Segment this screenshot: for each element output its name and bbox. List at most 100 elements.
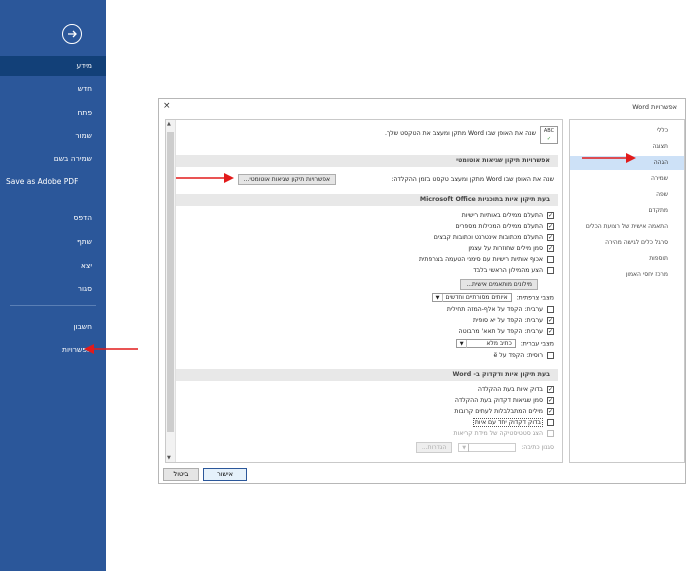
checkbox-icon[interactable]: ✓ [547,396,554,404]
close-icon[interactable]: × [163,101,171,111]
option-label: בדוק דקדוק יחד עם איות [472,418,543,427]
chevron-down-icon: ▼ [462,443,470,452]
option-label: סמן מילים שחוזרות על עצמן [468,245,543,252]
scroll-down-icon[interactable]: ▼ [167,455,171,461]
nav-account[interactable]: חשבון [73,322,92,332]
writing-style-row: סגנון כתיבה: ▼ הגדרות... [415,442,554,453]
category-save[interactable]: שמירה [570,172,684,186]
checkbox-icon[interactable]: ✓ [547,211,554,219]
option-label: אכוף אותיות רישיות עם סימני הטעמה בצרפתי… [418,256,543,263]
checkbox-icon[interactable]: ✓ [547,244,554,252]
option-label: סמן שגיאות דקדוק בעת ההקלדה [454,397,543,404]
annotation-arrow-autocorrect [176,173,234,183]
option-arabic-ya[interactable]: ✓ ערבית: הקפד על יא סופית [473,316,554,326]
nav-info[interactable]: מידע [0,56,106,76]
option-check-spelling[interactable]: ✓ בדוק איות בעת ההקלדה [478,385,554,395]
option-label: ערבית: הקפד על תאא' מרבוטה [458,328,543,335]
option-arabic-taa[interactable]: ✓ ערבית: הקפד על תאא' מרבוטה [459,327,554,337]
category-trust-center[interactable]: מרכז יחסי האמון [570,268,684,282]
option-mark-grammar[interactable]: ✓ סמן שגיאות דקדוק בעת ההקלדה [455,396,554,406]
checkbox-icon[interactable] [547,351,554,359]
option-label: התעלם ממילים באותיות רישיות [461,212,543,219]
autocorrect-text: שנה את האופן שבו Word מתקן ומעצב טקסט בז… [391,176,554,183]
option-arabic-alef[interactable]: ערבית: הקפד על אלף-המזה תחילית [447,305,554,315]
french-modes-label: מצבי צרפתית: [516,294,554,302]
category-customize-ribbon[interactable]: התאמה אישית של רצועת הכלים [570,220,684,234]
writing-style-select: ▼ [458,442,517,452]
option-label: הצע מהמילון הראשי בלבד [473,267,543,274]
scroll-up-icon[interactable]: ▲ [167,121,171,127]
scrollbar-thumb[interactable] [167,132,174,432]
back-arrow-icon[interactable] [62,24,82,44]
nav-share[interactable]: שתף [77,237,92,247]
nav-print[interactable]: הדפס [73,213,92,223]
checkbox-icon[interactable]: ✓ [547,222,554,230]
option-label: התעלם ממילים המכילות מספרים [455,223,543,230]
checkbox-icon [547,429,554,437]
nav-export[interactable]: יצא [81,261,92,271]
nav-new[interactable]: חדש [78,84,92,94]
option-label: ערבית: הקפד על יא סופית [473,317,543,324]
checkbox-icon[interactable]: ✓ [547,385,554,393]
nav-divider [10,305,96,306]
option-label: התעלם מכתובות אינטרנט וכתובות קבצים [433,234,543,241]
annotation-arrow-options [84,344,138,354]
option-label: ערבית: הקפד על אלף-המזה תחילית [446,306,543,313]
office-section-header: בעת תיקון איות בתוכניות Microsoft Office [176,194,558,206]
chevron-down-icon: ▼ [460,340,467,348]
nav-close[interactable]: סגור [78,284,92,294]
checkbox-icon[interactable]: ✓ [547,316,554,324]
hebrew-modes-row: מצבי עברית: כתיב מלא ▼ [455,339,554,349]
spelling-abc-icon: ABC ✓ [540,126,558,144]
checkbox-icon[interactable] [547,255,554,263]
option-readability-stats: הצג סטטיסטיקה של מידת קריאות [454,429,554,439]
option-russian-yo[interactable]: רוסית: הקפד על ë [493,351,554,361]
category-language[interactable]: שפה [570,188,684,202]
option-label: בדוק איות בעת ההקלדה [477,386,543,393]
category-quick-access[interactable]: סרגל כלים לגישה מהירה [570,236,684,250]
content-scrollbar[interactable]: ▲ ▼ [166,120,176,462]
autocorrect-options-button[interactable]: אפשרויות תיקון שגיאות אוטומטי... [237,174,336,185]
checkbox-icon[interactable] [547,266,554,274]
option-ignore-urls[interactable]: ✓ התעלם מכתובות אינטרנט וכתובות קבצים [434,233,554,243]
option-ignore-uppercase[interactable]: ✓ התעלם ממילים באותיות רישיות [462,211,554,221]
autocorrect-section-header: אפשרויות תיקון שגיאות אוטומטי [176,155,558,167]
option-label: רוסית: הקפד על ë [493,352,543,359]
checkbox-icon[interactable]: ✓ [547,327,554,335]
french-modes-value: איותים מסורתיים וחדשים [445,294,508,301]
option-label: מילים המתבלבלות לעתים קרובות [454,408,543,415]
option-flag-repeated[interactable]: ✓ סמן מילים שחוזרות על עצמן [468,244,554,254]
option-grammar-with-spelling[interactable]: בדוק דקדוק יחד עם איות [472,418,554,428]
nav-open[interactable]: פתח [77,108,92,118]
ok-button[interactable]: אישור [203,468,247,481]
hebrew-modes-select[interactable]: כתיב מלא ▼ [455,339,516,348]
nav-save-as-pdf[interactable]: Save as Adobe PDF [6,177,96,187]
checkbox-icon[interactable] [547,305,554,313]
writing-style-settings-button: הגדרות... [415,442,453,453]
french-modes-select[interactable]: איותים מסורתיים וחדשים▼ [431,293,512,302]
checkbox-icon[interactable] [547,418,554,426]
option-french-accents[interactable]: אכוף אותיות רישיות עם סימני הטעמה בצרפתי… [419,255,554,265]
hebrew-modes-label: מצבי עברית: [520,340,554,348]
category-advanced[interactable]: מתקדם [570,204,684,218]
chevron-down-icon: ▼ [436,294,443,302]
backstage-sidebar: מידע חדש פתח שמור שמירה בשם Save as Adob… [0,0,106,571]
nav-save-as[interactable]: שמירה בשם [54,154,92,164]
cancel-button[interactable]: ביטול [163,468,199,481]
option-confused-words[interactable]: ✓ מילים המתבלבלות לעתים קרובות [454,407,554,417]
word-section-header: בעת תיקון איות ודקדוק ב- Word [176,369,558,381]
option-main-dictionary[interactable]: הצע מהמילון הראשי בלבד [473,266,554,276]
nav-save[interactable]: שמור [75,131,92,141]
proofing-intro: שנה את האופן שבו Word מתקן ומעצב את הטקס… [384,130,536,137]
option-ignore-numbers[interactable]: ✓ התעלם ממילים המכילות מספרים [455,222,554,232]
french-modes-row: מצבי צרפתית: איותים מסורתיים וחדשים▼ [431,293,554,303]
custom-dictionaries-button[interactable]: מילונים מותאמים אישית... [460,279,538,290]
checkbox-icon[interactable]: ✓ [547,233,554,241]
checkbox-icon[interactable]: ✓ [547,407,554,415]
category-list: כללי תצוגה הגהה שמירה שפה מתקדם התאמה אי… [569,119,685,463]
category-general[interactable]: כללי [570,124,684,138]
dialog-title: אפשרויות Word [632,103,677,111]
writing-style-label: סגנון כתיבה: [521,444,554,451]
annotation-arrow-proofing [582,153,636,163]
category-addins[interactable]: תוספות [570,252,684,266]
